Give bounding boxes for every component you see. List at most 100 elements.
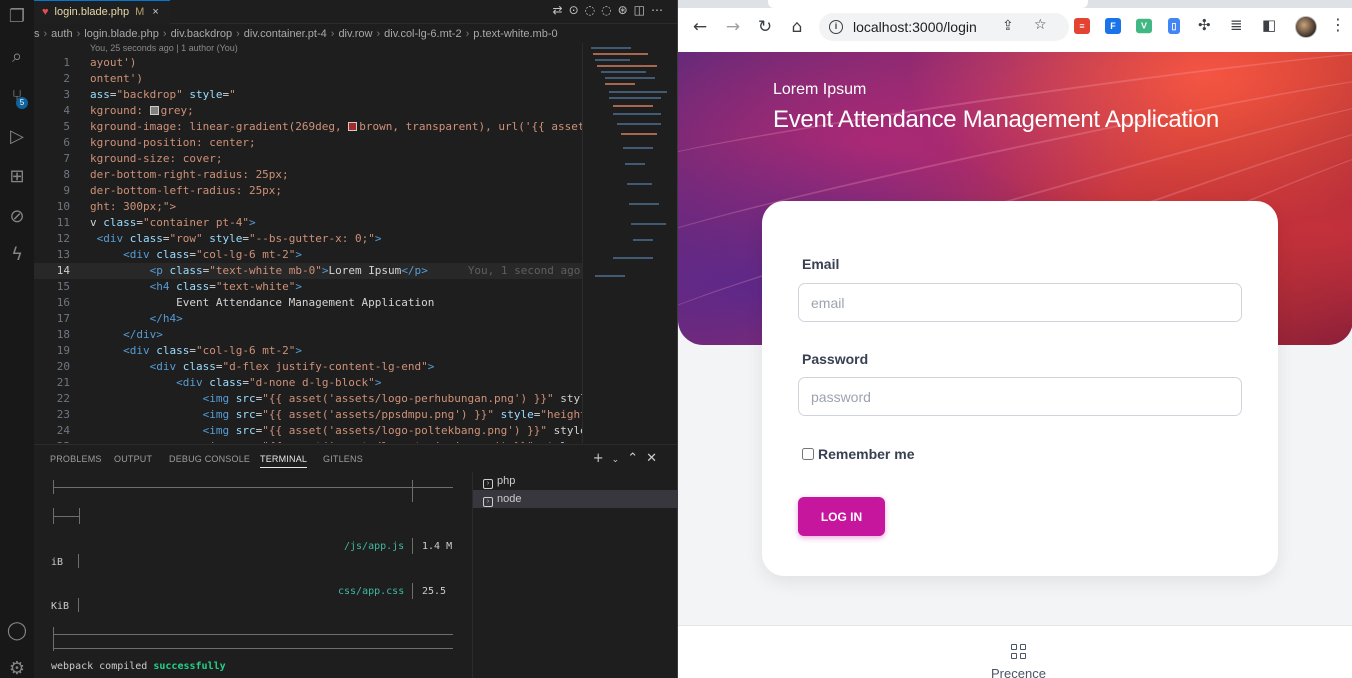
code-line[interactable]: 11 v class="container pt-4"> xyxy=(34,215,582,231)
search-icon[interactable]: ⌕ xyxy=(4,44,30,70)
maximize-panel-icon[interactable]: ⌃ xyxy=(627,451,646,466)
breadcrumb-separator: › xyxy=(43,28,48,40)
tab-debug-console[interactable]: DEBUG CONSOLE xyxy=(169,454,250,464)
settings-gear-icon[interactable]: ⚙ xyxy=(4,656,30,678)
color-swatch[interactable] xyxy=(348,122,358,131)
password-field[interactable] xyxy=(798,377,1242,416)
tab-login-blade[interactable]: ♥ login.blade.php M × xyxy=(34,0,170,24)
code-line[interactable]: 14 <p class="text-white mb-0">Lorem Ipsu… xyxy=(34,263,582,279)
next-change-icon[interactable]: ◌ xyxy=(601,3,617,17)
code-line[interactable]: 3 ass="backdrop" style=" xyxy=(34,87,582,103)
remember-me[interactable]: Remember me xyxy=(802,446,915,462)
tab-output[interactable]: OUTPUT xyxy=(114,454,152,464)
email-field[interactable] xyxy=(798,283,1242,322)
tab-gitlens[interactable]: GITLENS xyxy=(323,454,363,464)
chevron-down-icon[interactable]: ⌄ xyxy=(612,455,628,465)
code-line[interactable]: 9 der-bottom-left-radius: 25px; xyxy=(34,183,582,199)
breadcrumb-item[interactable]: p.text-white.mb-0 xyxy=(473,28,557,40)
bookmark-star-icon[interactable]: ☆ xyxy=(1034,17,1047,33)
forward-arrow-icon[interactable]: → xyxy=(722,16,744,38)
terminal-name: php xyxy=(497,475,516,487)
code-line[interactable]: 23 <img src="{{ asset('assets/ppsdmpu.pn… xyxy=(34,407,582,423)
todoist-extension-icon[interactable]: ≡ xyxy=(1074,18,1090,34)
split-editor-icon[interactable]: ◫ xyxy=(634,3,651,17)
share-icon[interactable]: ⇪ xyxy=(1002,18,1014,34)
more-actions-icon[interactable]: ⋯ xyxy=(651,3,669,17)
docs-extension-icon[interactable]: ▯ xyxy=(1168,18,1180,34)
code-line[interactable]: 15 <h4 class="text-white"> xyxy=(34,279,582,295)
hero-subtitle: Lorem Ipsum xyxy=(773,81,867,98)
extensions-icon[interactable]: ⊞ xyxy=(4,164,30,190)
code-line[interactable]: 5 kground-image: linear-gradient(269deg, … xyxy=(34,119,582,135)
git-commit-icon[interactable]: ⊙ xyxy=(569,3,585,17)
breadcrumb-item[interactable]: div.row xyxy=(338,28,372,40)
toggle-blame-icon[interactable]: ⊛ xyxy=(618,3,634,17)
nav-precence-label[interactable]: Precence xyxy=(991,666,1046,678)
code-line[interactable]: 17 </h4> xyxy=(34,311,582,327)
code-line[interactable]: 10 ght: 300px;"> xyxy=(34,199,582,215)
home-icon[interactable]: ⌂ xyxy=(786,16,808,38)
account-icon[interactable]: ◯ xyxy=(4,618,30,644)
new-terminal-icon[interactable]: + xyxy=(593,451,612,466)
breadcrumb-item[interactable]: div.col-lg-6.mt-2 xyxy=(384,28,461,40)
code-line[interactable]: 19 <div class="col-lg-6 mt-2"> xyxy=(34,343,582,359)
active-browser-tab[interactable] xyxy=(768,0,1088,8)
address-bar[interactable]: i localhost:3000/login xyxy=(819,13,1069,41)
explorer-icon[interactable]: ❐ xyxy=(4,4,30,30)
breadcrumb-item[interactable]: s xyxy=(34,28,40,40)
run-debug-icon[interactable]: ▷ xyxy=(4,124,30,150)
code-text: <div class="col-lg-6 mt-2"> xyxy=(123,248,302,261)
url-text[interactable]: localhost:3000/login xyxy=(853,19,977,35)
code-line[interactable]: 21 <div class="d-none d-lg-block"> xyxy=(34,375,582,391)
line-number: 24 xyxy=(56,424,70,437)
terminal-item-node[interactable]: › node xyxy=(473,490,677,508)
login-button[interactable]: LOG IN xyxy=(798,497,885,536)
code-line[interactable]: 6 kground-position: center; xyxy=(34,135,582,151)
vue-devtools-icon[interactable]: V xyxy=(1136,18,1152,34)
breadcrumb-item[interactable]: login.blade.php xyxy=(84,28,159,40)
code-line[interactable]: 13 <div class="col-lg-6 mt-2"> xyxy=(34,247,582,263)
terminal-item-php[interactable]: › php xyxy=(473,472,677,490)
reload-icon[interactable]: ↻ xyxy=(754,16,776,38)
code-line[interactable]: 2 ontent') xyxy=(34,71,582,87)
line-number: 13 xyxy=(56,248,70,261)
close-tab-icon[interactable]: × xyxy=(152,6,158,18)
breadcrumb-item[interactable]: div.container.pt-4 xyxy=(244,28,327,40)
extensions-puzzle-icon[interactable]: ✣ xyxy=(1198,16,1211,34)
breadcrumb-item[interactable]: div.backdrop xyxy=(171,28,233,40)
compare-icon[interactable]: ⇄ xyxy=(553,3,569,17)
color-swatch[interactable] xyxy=(149,106,159,115)
code-line[interactable]: 4 kground: grey; xyxy=(34,103,582,119)
menu-kebab-icon[interactable]: ⋮ xyxy=(1330,15,1346,34)
line-number: 20 xyxy=(56,360,70,373)
tab-terminal[interactable]: TERMINAL xyxy=(260,454,308,468)
translate-extension-icon[interactable]: F xyxy=(1105,18,1121,34)
minimap[interactable] xyxy=(582,43,677,443)
code-line[interactable]: 24 <img src="{{ asset('assets/logo-polte… xyxy=(34,423,582,439)
remember-me-checkbox[interactable] xyxy=(802,448,814,460)
lightning-icon[interactable]: ϟ xyxy=(4,242,30,268)
line-number: 25 xyxy=(34,439,70,443)
code-editor[interactable]: 1 ayout') 2 ontent') 3 ass="backdrop" style="… xyxy=(34,55,582,443)
terminal-output[interactable]: /js/app.js 1.4 M iB css/app.css 25.5 KiB… xyxy=(34,472,472,678)
tab-problems[interactable]: PROBLEMS xyxy=(50,454,102,464)
profile-avatar[interactable] xyxy=(1295,16,1317,38)
code-line[interactable]: 22 <img src="{{ asset('assets/logo-perhu… xyxy=(34,391,582,407)
code-line[interactable]: 8 der-bottom-right-radius: 25px; xyxy=(34,167,582,183)
site-info-icon[interactable]: i xyxy=(829,20,843,34)
code-line[interactable]: 12 <div class="row" style="--bs-gutter-x… xyxy=(34,231,582,247)
code-line[interactable]: 18 </div> xyxy=(34,327,582,343)
code-line[interactable]: 7 kground-size: cover; xyxy=(34,151,582,167)
reading-list-icon[interactable]: ≣ xyxy=(1230,16,1243,34)
grid-icon[interactable] xyxy=(1011,644,1027,660)
code-line[interactable]: 1 ayout') xyxy=(34,55,582,71)
code-line[interactable]: 16 Event Attendance Management Applicati… xyxy=(34,295,582,311)
code-line[interactable]: 25 <img src="{{ asset('assets/logo-tnain… xyxy=(34,439,582,443)
prev-change-icon[interactable]: ◌ xyxy=(585,3,601,17)
back-arrow-icon[interactable]: ← xyxy=(689,16,711,38)
code-line[interactable]: 20 <div class="d-flex justify-content-lg… xyxy=(34,359,582,375)
gitlens-icon[interactable]: ⊘ xyxy=(4,204,30,230)
breadcrumb-item[interactable]: auth xyxy=(51,28,72,40)
side-panel-icon[interactable]: ◧ xyxy=(1262,16,1276,34)
close-panel-icon[interactable]: ✕ xyxy=(646,451,665,466)
